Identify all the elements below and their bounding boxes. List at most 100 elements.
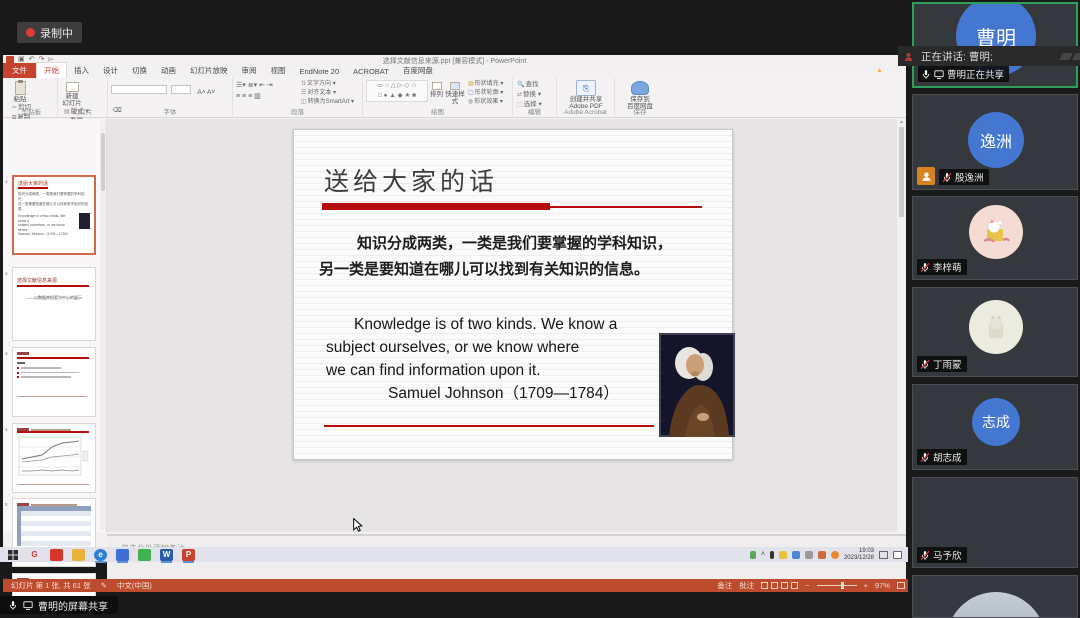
thumbnail-slide-4[interactable] <box>12 423 96 493</box>
slide-editor[interactable]: 送给大家的话 知识分成两类，一类是我们要掌握的学科知识， 另一类是要知道在哪儿可… <box>293 129 733 460</box>
participant-tile-huzhicheng[interactable]: 志成 胡志成 <box>912 384 1078 470</box>
taskbar-clock[interactable]: 19:03 2023/12/28 <box>844 548 874 562</box>
thumbnail-slide-1[interactable]: 送给大家的话 知识分成两类，一类是我们要掌握的学科知识， 另一类是要知道在哪儿可… <box>12 175 96 255</box>
create-adobe-pdf-button[interactable]: ⎘ 创建并共享Adobe PDF <box>560 80 612 110</box>
replace-button[interactable]: ⇄替换 ▾ <box>517 90 542 100</box>
font-size-combobox[interactable] <box>171 85 191 94</box>
normal-view-button[interactable] <box>761 582 768 589</box>
participant-tile-yinyizhou[interactable]: 逸洲 殷逸洲 <box>912 94 1078 190</box>
tray-app-icon-1[interactable] <box>779 551 787 559</box>
text-direction-button[interactable]: ⇅文字方向 ▾ <box>301 80 354 89</box>
red-app-icon[interactable] <box>50 549 63 561</box>
thumb2-subtitle: ——以数据库检索为中心的展示 <box>17 295 91 301</box>
action-center-icon[interactable] <box>893 551 902 559</box>
paste-button[interactable]: 粘贴 <box>9 80 31 103</box>
tray-mic-icon[interactable] <box>770 551 774 559</box>
language-indicator[interactable]: 中文(中国) <box>117 580 152 591</box>
numbering-button[interactable]: ≣▾ <box>248 82 257 89</box>
thumbnail-slide-2[interactable]: 选择文献信息来源 ——以数据库检索为中心的展示 <box>12 267 96 341</box>
slide-en-paragraph[interactable]: Knowledge is of two kinds. We know a sub… <box>326 313 656 405</box>
warning-icon[interactable]: ▲ <box>876 67 883 74</box>
samuel-johnson-portrait[interactable] <box>659 333 735 437</box>
arrange-button[interactable]: 排列 <box>428 80 445 98</box>
tab-transitions[interactable]: 切换 <box>125 63 154 78</box>
recording-label: 录制中 <box>40 25 73 41</box>
slide-cn-paragraph[interactable]: 知识分成两类，一类是我们要掌握的学科知识， 另一类是要知道在哪儿可以找到有关知识… <box>319 230 719 282</box>
spell-check-icon[interactable]: ✎ <box>101 581 107 590</box>
tab-view[interactable]: 视图 <box>264 63 293 78</box>
save-group: 保存到百度网盘 保存 <box>615 78 665 117</box>
font-name-combobox[interactable] <box>111 85 167 94</box>
word-icon[interactable]: W <box>160 549 173 561</box>
comments-toggle[interactable]: 批注 <box>739 580 754 591</box>
thumbnail-scrollbar[interactable] <box>100 121 106 530</box>
font-group: A˄ A˅ ⌫ B I U S abc AV↔ Aa▾ A 字体 <box>108 78 233 117</box>
columns-button[interactable]: ▥ <box>254 93 261 100</box>
screen-share-icon <box>934 69 944 80</box>
tray-app-icon-2[interactable] <box>792 551 800 559</box>
quick-styles-button[interactable]: 快速样式 <box>445 80 465 105</box>
blue-app-icon[interactable] <box>116 549 129 561</box>
browser-g-icon[interactable]: G <box>28 549 41 561</box>
reading-view-button[interactable] <box>781 582 788 589</box>
zoom-in-button[interactable]: + <box>864 581 868 590</box>
edge-browser-icon[interactable]: e <box>94 549 107 561</box>
tab-design[interactable]: 设计 <box>96 63 125 78</box>
powerpoint-taskbar-icon[interactable]: P <box>182 549 195 561</box>
align-text-button[interactable]: ☰对齐文本 ▾ <box>301 89 354 98</box>
wechat-icon[interactable] <box>138 549 151 561</box>
find-button[interactable]: 🔍查找 <box>517 80 542 90</box>
tab-slideshow[interactable]: 幻灯片放映 <box>183 63 235 78</box>
shape-fill-button[interactable]: ▨形状填充 ▾ <box>468 80 503 89</box>
battery-icon[interactable] <box>750 551 756 559</box>
participant-tile-dingyumeng[interactable]: 丁雨蒙 <box>912 287 1078 377</box>
new-slide-button[interactable]: 新建幻灯片 <box>61 80 83 107</box>
windows-taskbar: G e W P ˄ 19:03 2023/12/28 <box>0 547 908 562</box>
participant-tile-caoming[interactable]: 曹明 曹明正在共享 <box>912 2 1078 88</box>
slide-title[interactable]: 送给大家的话 <box>324 162 498 198</box>
shape-gallery[interactable]: ▭ ○ △ ▷ ◇ ☆ □ ● ▲ ◆ ★ ■ <box>366 80 428 102</box>
tab-review[interactable]: 审阅 <box>235 63 264 78</box>
screen-share-banner[interactable]: 曹明的屏幕共享 <box>0 596 118 614</box>
indent-buttons[interactable]: ⇤ ⇥ <box>259 82 273 89</box>
participant-tile-lizimeng[interactable]: 李梓萌 <box>912 196 1078 280</box>
tab-endnote[interactable]: EndNote 20 <box>293 65 347 78</box>
tab-baidu-netdisk[interactable]: 百度网盘 <box>396 63 440 78</box>
tray-app-icon-5[interactable] <box>831 551 839 559</box>
recording-badge[interactable]: 录制中 <box>17 22 82 43</box>
zoom-level[interactable]: 97% <box>875 581 890 590</box>
align-center-button[interactable]: ≡ <box>242 93 246 100</box>
slideshow-view-button[interactable] <box>791 582 798 589</box>
align-left-button[interactable]: ≡ <box>236 93 240 100</box>
slide-scrollbar[interactable]: ▴ <box>897 119 906 532</box>
tray-app-icon-3[interactable] <box>805 551 813 559</box>
slide-sorter-view-button[interactable] <box>771 582 778 589</box>
thumb-number: 5 <box>5 502 8 507</box>
participant-label: 殷逸洲 <box>939 169 989 185</box>
clipboard-icon <box>15 81 26 95</box>
grow-font-button[interactable]: A˄ A˅ <box>197 89 215 96</box>
start-button[interactable] <box>6 549 19 561</box>
participant-tile-partial[interactable] <box>912 575 1078 618</box>
fit-to-window-button[interactable] <box>897 582 905 589</box>
shape-outline-button[interactable]: ▢形状轮廓 ▾ <box>468 89 503 98</box>
pen-workspace-icon[interactable] <box>879 551 888 559</box>
tab-file[interactable]: 文件 <box>3 63 36 78</box>
adobe-pdf-icon: ⎘ <box>576 80 596 96</box>
file-explorer-icon[interactable] <box>72 549 85 561</box>
bullets-button[interactable]: ☰▾ <box>236 82 246 89</box>
tab-acrobat[interactable]: ACROBAT <box>346 65 396 78</box>
zoom-out-button[interactable]: − <box>805 581 809 590</box>
hidden-icons-caret[interactable]: ˄ <box>761 551 765 558</box>
slides-group: 新建幻灯片 ▤版式 ▾ ⟲重置 ▦节 ▾ 幻灯片 <box>58 78 108 117</box>
zoom-slider[interactable] <box>817 585 857 587</box>
tab-animations[interactable]: 动画 <box>154 63 183 78</box>
participant-tile-mayuxin[interactable]: 马予欣 <box>912 477 1078 568</box>
mic-on-icon <box>8 600 18 611</box>
notes-toggle[interactable]: 备注 <box>717 580 732 591</box>
thumbnail-slide-3[interactable] <box>12 347 96 417</box>
tab-home[interactable]: 开始 <box>36 62 67 78</box>
tab-insert[interactable]: 插入 <box>67 63 96 78</box>
align-right-button[interactable]: ≡ <box>248 93 252 100</box>
tray-app-icon-4[interactable] <box>818 551 826 559</box>
